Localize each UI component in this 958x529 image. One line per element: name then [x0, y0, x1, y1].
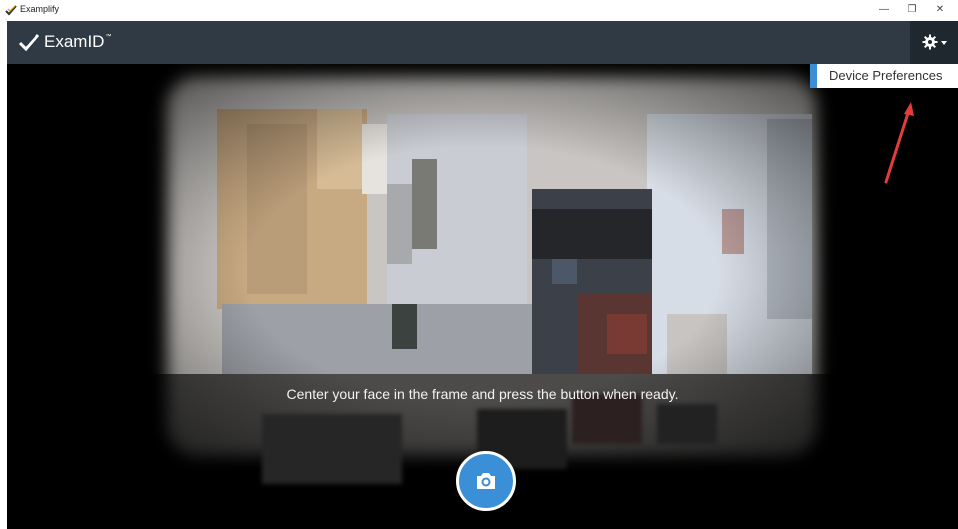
camera-icon — [477, 473, 495, 489]
camera-preview: Center your face in the frame and press … — [7, 64, 958, 529]
examid-logo-icon — [19, 34, 39, 51]
gear-icon — [922, 34, 938, 50]
app-header: ExamID™ — [7, 21, 958, 64]
menu-item-device-preferences[interactable]: Device Preferences — [829, 68, 942, 83]
annotation-arrow-icon — [884, 102, 914, 184]
examplify-logo-icon — [5, 5, 17, 16]
brand-name: ExamID™ — [44, 32, 112, 51]
settings-menu-button[interactable] — [910, 21, 958, 64]
window-titlebar: Examplify — ❐ ✕ — [0, 0, 958, 21]
close-button[interactable]: ✕ — [932, 3, 948, 17]
window-title: Examplify — [20, 4, 60, 14]
settings-dropdown: Device Preferences — [810, 64, 958, 88]
trademark-symbol: ™ — [105, 34, 112, 40]
restore-button[interactable]: ❐ — [904, 3, 920, 17]
minimize-button[interactable]: — — [876, 3, 892, 17]
chevron-down-icon — [941, 41, 947, 45]
capture-photo-button[interactable] — [456, 451, 516, 511]
capture-instruction: Center your face in the frame and press … — [286, 386, 679, 402]
